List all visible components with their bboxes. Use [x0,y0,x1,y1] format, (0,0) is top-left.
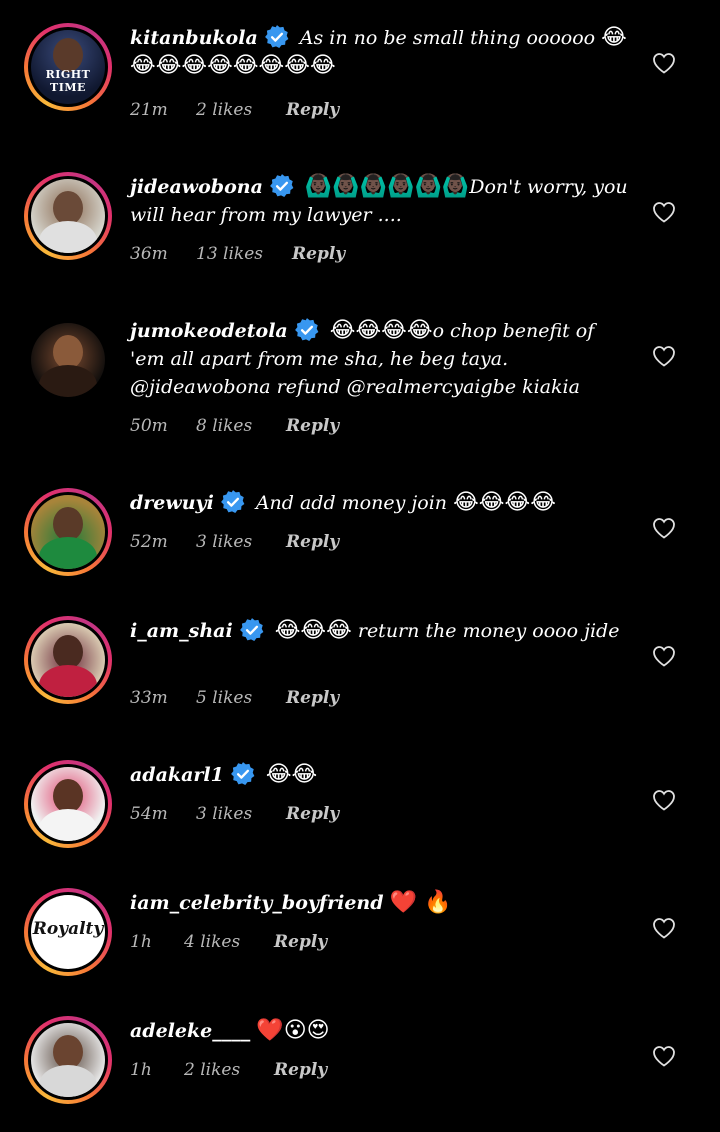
reply-button[interactable]: Reply [274,932,327,952]
avatar[interactable]: Royalty [31,895,105,969]
verified-badge-icon [239,618,264,642]
comment-text: return the money oooo jide [357,620,620,642]
avatar-logo-text: Royalty [32,919,104,939]
avatar[interactable]: RIGHT TIME [31,30,105,104]
comment-time: 50m [130,416,168,436]
comment-text: And add money join [255,492,448,514]
heart-outline-icon[interactable] [652,789,676,811]
heart-outline-icon[interactable] [652,52,676,74]
comment-emojis: 🙆🏿‍♂️🙆🏿‍♂️🙆🏿‍♂️🙆🏿‍♂️🙆🏿‍♂️🙆🏿‍♂️ [304,174,470,199]
comment-body: jideawobona 🙆🏿‍♂️🙆🏿‍♂️🙆🏿‍♂️🙆🏿‍♂️🙆🏿‍♂️🙆🏿‍♂… [130,173,630,229]
comment-time: 1h [130,1060,152,1080]
avatar[interactable] [31,623,105,697]
comment-meta: 21m 2 likes Reply [130,100,339,120]
comment-likes[interactable]: 2 likes [184,1060,274,1080]
comment-meta: 36m 13 likes Reply [130,244,345,264]
comment-username[interactable]: drewuyi [130,492,214,514]
avatar[interactable] [31,179,105,253]
avatar-story-ring[interactable]: RIGHT TIME [24,23,112,111]
comment-body: adeleke____ ❤️😮😍 [130,1017,630,1045]
comment-body: iam_celebrity_boyfriend ❤️ 🔥 [130,889,630,917]
comment-time: 33m [130,688,168,708]
comment-emojis: 😂😂😂😂 [453,490,556,515]
avatar-story-ring[interactable] [24,172,112,260]
avatar-container[interactable] [24,316,112,404]
avatar-logo-text: RIGHT TIME [45,68,91,94]
heart-outline-icon[interactable] [652,917,676,939]
comment-body: drewuyi And add money join 😂😂😂😂 [130,489,630,517]
comment-body: kitanbukola As in no be small thing ooooo… [130,24,630,80]
comment-body: adakarl1 😂😂 [130,761,630,789]
avatar-story-ring[interactable] [24,1016,112,1104]
reply-button[interactable]: Reply [286,100,339,120]
comment-username[interactable]: adakarl1 [130,764,224,786]
heart-outline-icon[interactable] [652,517,676,539]
avatar-story-ring[interactable] [24,488,112,576]
verified-badge-icon [230,762,255,786]
comment-likes[interactable]: 13 likes [196,244,292,264]
verified-badge-icon [294,318,319,342]
heart-outline-icon[interactable] [652,645,676,667]
comment-text: As in no be small thing oooooo [299,27,596,49]
comment-meta: 1h 2 likes Reply [130,1060,327,1080]
comment-meta: 50m 8 likes Reply [130,416,339,436]
verified-badge-icon [269,174,294,198]
comment-likes[interactable]: 4 likes [184,932,274,952]
avatar-story-ring[interactable] [24,616,112,704]
reply-button[interactable]: Reply [286,416,339,436]
comment-meta: 1h 4 likes Reply [130,932,327,952]
heart-outline-icon[interactable] [652,1045,676,1067]
heart-outline-icon[interactable] [652,201,676,223]
comment-time: 52m [130,532,168,552]
comment-likes[interactable]: 3 likes [196,804,286,824]
avatar-story-ring[interactable]: Royalty [24,888,112,976]
avatar[interactable] [31,1023,105,1097]
comment-time: 21m [130,100,168,120]
comment-likes[interactable]: 2 likes [196,100,286,120]
comment-body: i_am_shai 😂😂😂 return the money oooo jide [130,617,630,645]
comment-emojis: 😂😂 [265,762,318,787]
comment-body: jumokeodetola 😂😂😂😂o chop benefit of 'em a… [130,317,630,401]
comment-username[interactable]: kitanbukola [130,27,258,49]
comment-username[interactable]: jumokeodetola [130,320,288,342]
comment-username[interactable]: adeleke____ [130,1020,250,1042]
comment-time: 1h [130,932,152,952]
reply-button[interactable]: Reply [286,532,339,552]
avatar[interactable] [31,495,105,569]
comment-meta: 52m 3 likes Reply [130,532,339,552]
comment-time: 36m [130,244,168,264]
comment-likes[interactable]: 5 likes [196,688,286,708]
verified-badge-icon [264,25,289,49]
comment-meta: 33m 5 likes Reply [130,688,339,708]
reply-button[interactable]: Reply [286,688,339,708]
comment-emojis: 😂😂😂 [274,618,352,643]
comment-emojis: ❤️ 🔥 [389,890,452,915]
comment-likes[interactable]: 3 likes [196,532,286,552]
reply-button[interactable]: Reply [292,244,345,264]
comment-meta: 54m 3 likes Reply [130,804,339,824]
heart-outline-icon[interactable] [652,345,676,367]
verified-badge-icon [220,490,245,514]
avatar-story-ring[interactable] [24,760,112,848]
reply-button[interactable]: Reply [274,1060,327,1080]
comment-emojis: ❤️😮😍 [256,1018,330,1043]
avatar[interactable] [31,323,105,397]
comment-username[interactable]: iam_celebrity_boyfriend [130,892,384,914]
comment-time: 54m [130,804,168,824]
comment-likes[interactable]: 8 likes [196,416,286,436]
reply-button[interactable]: Reply [286,804,339,824]
avatar[interactable] [31,767,105,841]
comment-username[interactable]: jideawobona [130,176,263,198]
comment-username[interactable]: i_am_shai [130,620,233,642]
comment-emojis: 😂😂😂😂 [329,318,433,343]
